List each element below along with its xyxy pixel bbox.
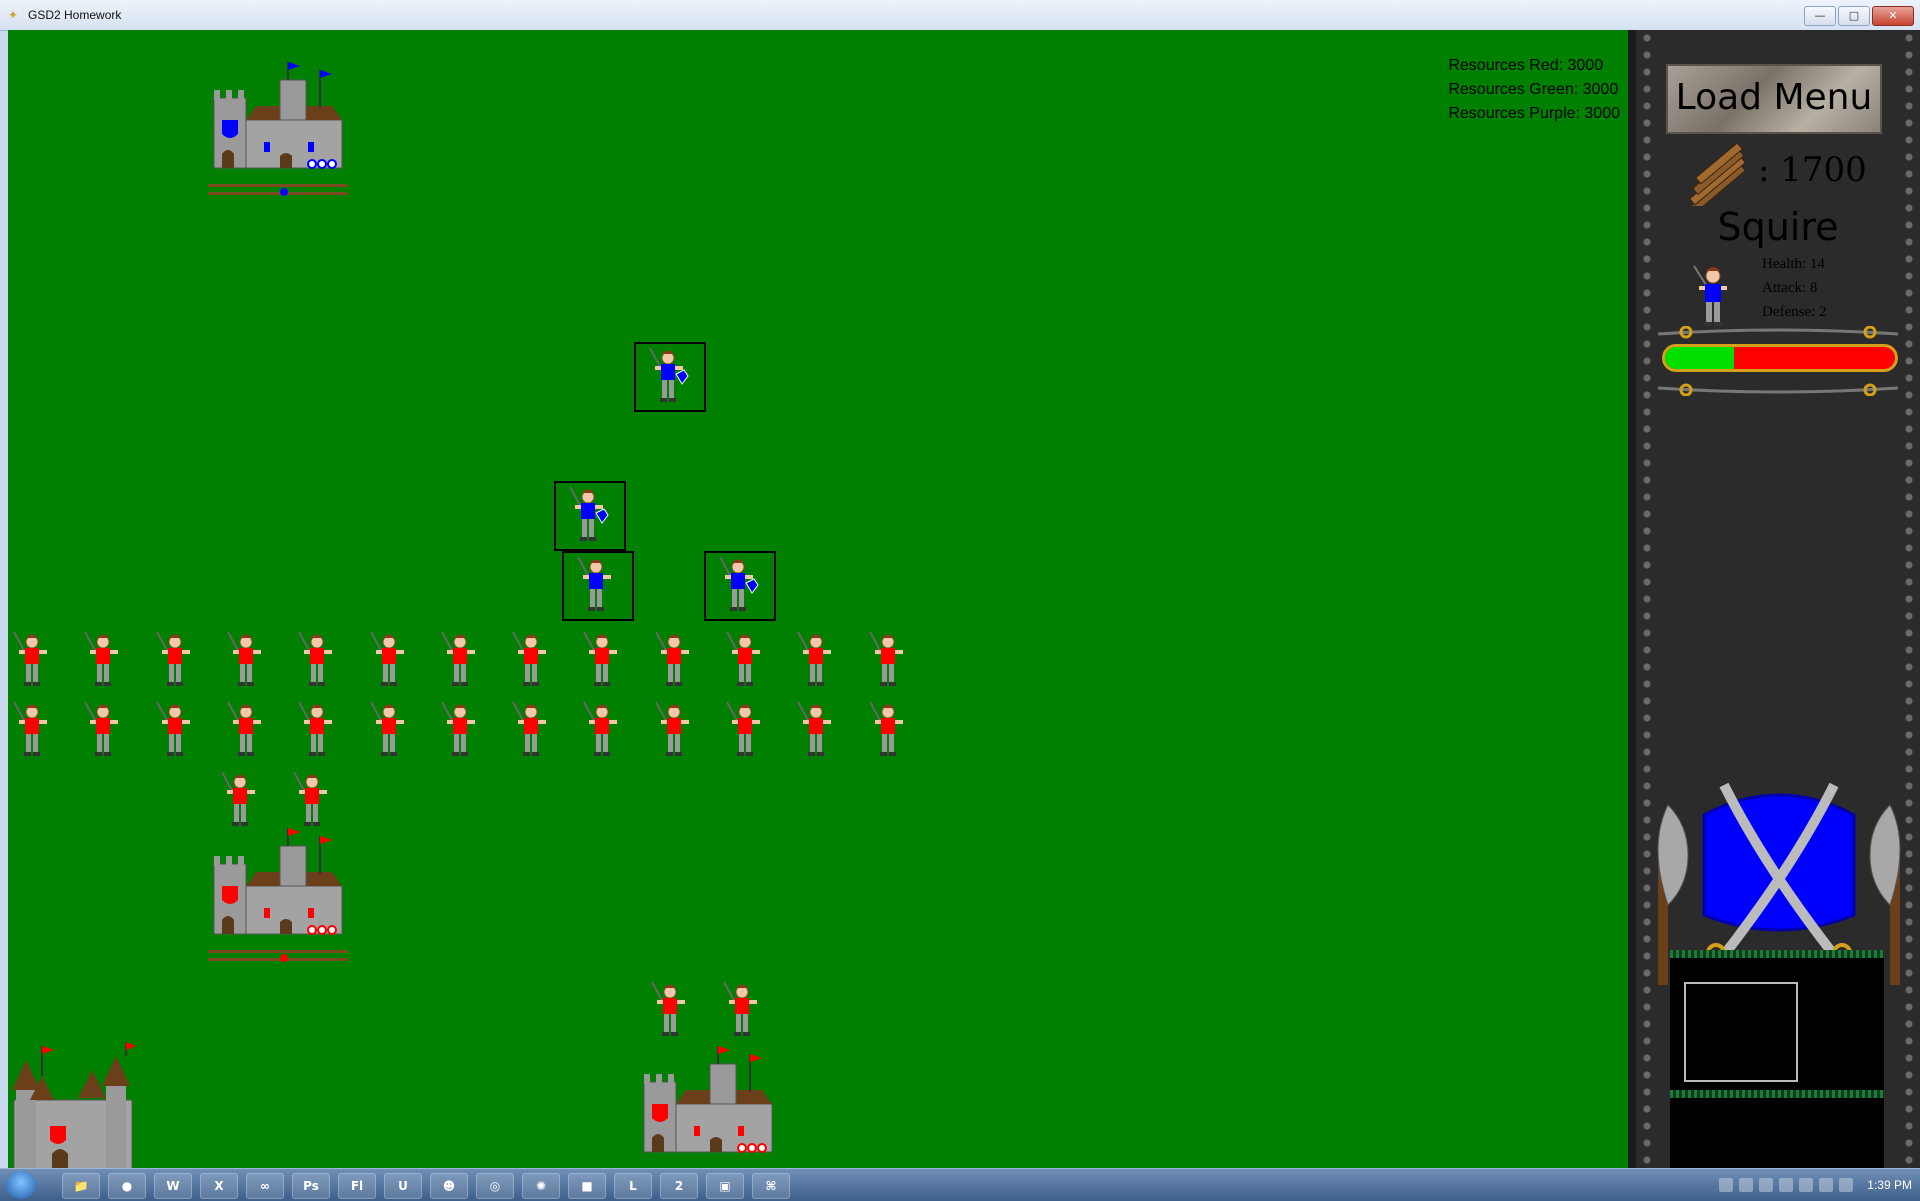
blue-squire[interactable] xyxy=(566,485,612,549)
taskbar-ts-icon[interactable]: 2 xyxy=(660,1173,698,1199)
red-soldier[interactable] xyxy=(723,630,769,694)
taskbar-league-icon[interactable]: L xyxy=(614,1173,652,1199)
tray-icon[interactable] xyxy=(1739,1178,1754,1192)
taskbar-flash-icon[interactable]: Fl xyxy=(338,1173,376,1199)
taskbar-gimp-icon[interactable]: ☻ xyxy=(430,1173,468,1199)
taskbar: 📁 ● W X ∞ Ps Fl U ☻ ◎ ✺ ■ L 2 ▣ ⌘ 1:39 PM xyxy=(0,1168,1920,1201)
side-panel: Load Menu : 1700 Squire Health: 14 Attac… xyxy=(1628,30,1920,1180)
taskbar-inkscape-icon[interactable]: ◎ xyxy=(476,1173,514,1199)
red-soldier[interactable] xyxy=(81,630,127,694)
taskbar-controller-icon[interactable]: ⌘ xyxy=(752,1173,790,1199)
stat-health: Health: 14 xyxy=(1762,256,1825,272)
tray-icon[interactable] xyxy=(1799,1178,1814,1192)
unit-portrait xyxy=(1693,265,1727,326)
maximize-button[interactable]: □ xyxy=(1838,6,1870,26)
stat-attack: Attack: 8 xyxy=(1762,280,1818,296)
red-soldier[interactable] xyxy=(10,630,56,694)
minimap[interactable] xyxy=(1670,950,1884,1180)
minimap-border-top xyxy=(1670,950,1884,958)
resources-purple: Resources Purple: 3000 xyxy=(1448,105,1620,122)
red-soldier[interactable] xyxy=(580,630,626,694)
blue-castle[interactable] xyxy=(204,60,354,200)
red-soldier[interactable] xyxy=(224,700,270,764)
taskbar-blender-icon[interactable]: ✺ xyxy=(522,1173,560,1199)
minimize-button[interactable]: — xyxy=(1804,6,1836,26)
red-soldier[interactable] xyxy=(290,770,336,834)
window-title: GSD2 Homework xyxy=(28,8,122,22)
taskbar-minecraft-icon[interactable]: ■ xyxy=(568,1173,606,1199)
tray-icon[interactable] xyxy=(1719,1178,1734,1192)
taskbar-cmd-icon[interactable]: ▣ xyxy=(706,1173,744,1199)
resources-red: Resources Red: 3000 xyxy=(1448,57,1604,74)
red-soldier[interactable] xyxy=(648,980,694,1044)
red-soldier[interactable] xyxy=(367,700,413,764)
start-button[interactable] xyxy=(6,1171,36,1199)
unit-stats: Health: 14 Attack: 8 Defense: 2 xyxy=(1762,252,1827,324)
red-soldier[interactable] xyxy=(153,700,199,764)
red-soldier[interactable] xyxy=(723,700,769,764)
selected-unit-name: Squire xyxy=(1717,205,1839,249)
window-titlebar[interactable]: ✦ GSD2 Homework — □ ✕ xyxy=(0,0,1920,31)
red-soldier[interactable] xyxy=(580,700,626,764)
red-soldier[interactable] xyxy=(438,700,484,764)
blue-squire[interactable] xyxy=(716,555,762,619)
minimap-border-bottom xyxy=(1670,1090,1884,1098)
taskbar-visual-studio-icon[interactable]: ∞ xyxy=(246,1173,284,1199)
resources-green: Resources Green: 3000 xyxy=(1448,81,1619,98)
red-soldier[interactable] xyxy=(218,770,264,834)
red-soldier[interactable] xyxy=(509,700,555,764)
red-soldier[interactable] xyxy=(224,630,270,694)
red-soldier[interactable] xyxy=(295,700,341,764)
system-tray: 1:39 PM xyxy=(1719,1169,1912,1201)
taskbar-chrome-icon[interactable]: ● xyxy=(108,1173,146,1199)
red-castle-south[interactable] xyxy=(634,1044,784,1168)
panel-rivets-right xyxy=(1904,30,1914,1168)
health-bar xyxy=(1662,344,1898,372)
taskbar-word-icon[interactable]: W xyxy=(154,1173,192,1199)
panel-rivets-left xyxy=(1642,30,1652,1168)
red-castle-west[interactable] xyxy=(204,826,354,966)
red-soldier[interactable] xyxy=(794,630,840,694)
red-soldier[interactable] xyxy=(720,980,766,1044)
taskbar-photoshop-icon[interactable]: Ps xyxy=(292,1173,330,1199)
game-field[interactable]: Resources Red: 3000 Resources Green: 300… xyxy=(8,30,1628,1168)
wood-icon xyxy=(1685,142,1747,206)
red-soldier[interactable] xyxy=(652,700,698,764)
red-soldier[interactable] xyxy=(153,630,199,694)
red-soldier[interactable] xyxy=(367,630,413,694)
clock[interactable]: 1:39 PM xyxy=(1867,1178,1912,1192)
blue-squire[interactable] xyxy=(646,346,692,410)
stat-defense: Defense: 2 xyxy=(1762,304,1827,320)
taskbar-unity-icon[interactable]: U xyxy=(384,1173,422,1199)
red-soldier[interactable] xyxy=(438,630,484,694)
blue-squire[interactable] xyxy=(574,555,620,619)
network-icon[interactable] xyxy=(1819,1178,1834,1192)
minimap-viewport[interactable] xyxy=(1684,982,1798,1082)
red-soldier[interactable] xyxy=(295,630,341,694)
health-bar-fill xyxy=(1665,347,1734,369)
load-menu-button[interactable]: Load Menu xyxy=(1666,64,1882,134)
close-button[interactable]: ✕ xyxy=(1872,6,1914,26)
red-soldier[interactable] xyxy=(509,630,555,694)
tray-icon[interactable] xyxy=(1759,1178,1774,1192)
resources-readout: Resources Red: 3000 Resources Green: 300… xyxy=(1448,54,1620,126)
taskbar-excel-icon[interactable]: X xyxy=(200,1173,238,1199)
app-icon: ✦ xyxy=(8,8,19,22)
red-soldier[interactable] xyxy=(652,630,698,694)
red-soldier[interactable] xyxy=(81,700,127,764)
taskbar-explorer-icon[interactable]: 📁 xyxy=(62,1173,100,1199)
red-soldier[interactable] xyxy=(866,630,912,694)
red-soldier[interactable] xyxy=(866,700,912,764)
volume-icon[interactable] xyxy=(1839,1178,1854,1192)
wood-count: : 1700 xyxy=(1758,150,1867,190)
red-soldier[interactable] xyxy=(10,700,56,764)
red-fortress[interactable] xyxy=(8,1040,138,1168)
tray-icon[interactable] xyxy=(1779,1178,1794,1192)
red-soldier[interactable] xyxy=(794,700,840,764)
